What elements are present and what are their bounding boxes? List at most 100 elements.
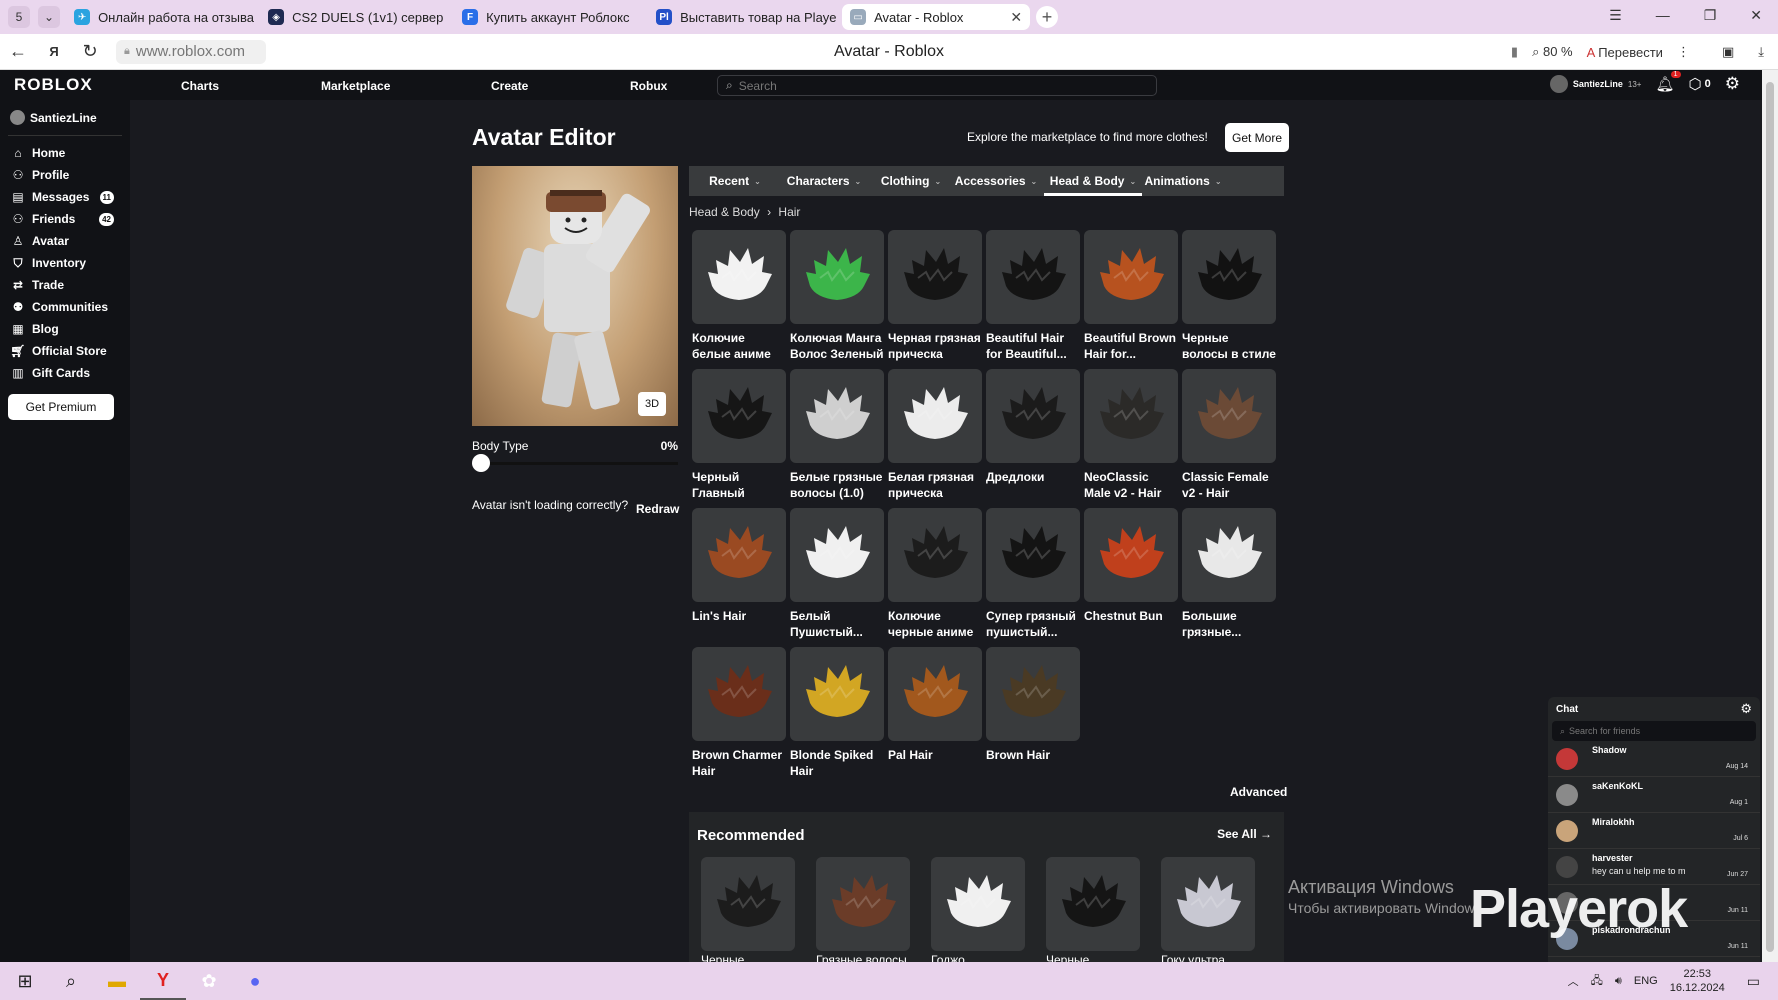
item-thumbnail[interactable] <box>692 230 786 324</box>
item-name[interactable]: Brown Charmer Hair <box>692 747 786 779</box>
close-window-icon[interactable]: ✕ <box>1750 7 1762 24</box>
item-thumbnail[interactable] <box>1084 230 1178 324</box>
downloads-icon[interactable]: ⤓ <box>1758 44 1764 60</box>
tab-animations[interactable]: Animations ⌄ <box>1142 166 1224 196</box>
bookmark-icon[interactable]: ▮ <box>1511 44 1518 60</box>
chat-conversation[interactable]: Shadow Aug 14 <box>1548 741 1760 777</box>
hair-item[interactable]: Белый Пушистый... <box>790 508 884 640</box>
item-thumbnail[interactable] <box>888 647 982 741</box>
app-grid-icon[interactable]: ✿ <box>186 962 232 1000</box>
browser-tab-2[interactable]: ◈ CS2 DUELS (1v1) сервер <box>260 4 448 30</box>
back-icon[interactable]: ← <box>0 41 36 62</box>
hair-item[interactable]: Черный Главный Персонаж... <box>692 369 786 501</box>
sidebar-item-profile[interactable]: ⚇ Profile <box>0 164 130 186</box>
hair-item[interactable]: Колючая Манга Волос Зеленый <box>790 230 884 362</box>
notifications-button[interactable]: 🔔︎ 1 <box>1655 71 1681 93</box>
restore-icon[interactable]: ❐ <box>1704 7 1717 24</box>
item-thumbnail[interactable] <box>692 369 786 463</box>
yandex-browser-icon[interactable]: Y <box>140 962 186 1000</box>
item-thumbnail[interactable] <box>816 857 910 951</box>
tab-accessories[interactable]: Accessories ⌄ <box>948 166 1044 196</box>
item-name[interactable]: Classic Female v2 - Hair <box>1182 469 1276 501</box>
item-thumbnail[interactable] <box>888 508 982 602</box>
item-name[interactable]: Колючие белые аниме волосы <box>692 330 786 362</box>
item-name[interactable]: NeoClassic Male v2 - Hair <box>1084 469 1178 501</box>
body-type-slider[interactable] <box>472 454 678 472</box>
item-thumbnail[interactable] <box>1046 857 1140 951</box>
item-name[interactable]: Lin's Hair <box>692 608 786 640</box>
item-name[interactable]: Белый Пушистый... <box>790 608 884 640</box>
hair-item[interactable]: Pal Hair <box>888 647 982 779</box>
reload-icon[interactable]: ↻ <box>72 41 108 62</box>
sidebar-item-official-store[interactable]: 🛒︎ Official Store <box>0 340 130 362</box>
item-name[interactable]: Beautiful Hair for Beautiful... <box>986 330 1080 362</box>
hair-item[interactable]: Blonde Spiked Hair <box>790 647 884 779</box>
item-thumbnail[interactable] <box>1161 857 1255 951</box>
tab-characters[interactable]: Characters ⌄ <box>774 166 874 196</box>
hair-item[interactable]: Белая грязная прическа <box>888 369 982 501</box>
tab-list-chevron-icon[interactable]: ⌄ <box>38 6 61 28</box>
sidebar-item-blog[interactable]: ▦ Blog <box>0 318 130 340</box>
redraw-link[interactable]: Redraw <box>636 502 679 516</box>
item-name[interactable]: Beautiful Brown Hair for... <box>1084 330 1178 362</box>
sidebar-item-home[interactable]: ⌂ Home <box>0 142 130 164</box>
sidebar-item-messages[interactable]: ▤ Messages 11 <box>0 186 130 208</box>
slider-handle[interactable] <box>472 454 490 472</box>
sidebar-item-avatar[interactable]: ♙ Avatar <box>0 230 130 252</box>
recommended-item[interactable]: Черные <box>1046 857 1140 967</box>
item-name[interactable]: Белая грязная прическа <box>888 469 982 501</box>
hair-item[interactable]: Белые грязные волосы (1.0) <box>790 369 884 501</box>
breadcrumb-root[interactable]: Head & Body <box>689 205 760 219</box>
browser-tab-4[interactable]: Pl Выставить товар на Playe <box>648 4 836 30</box>
minimize-icon[interactable]: — <box>1656 7 1670 24</box>
settings-gear-icon[interactable]: ⚙︎ <box>1725 74 1740 94</box>
tab-clothing[interactable]: Clothing ⌄ <box>874 166 948 196</box>
notification-center-icon[interactable]: ▭ <box>1747 973 1760 990</box>
more-icon[interactable]: ⋮ <box>1677 44 1690 60</box>
item-thumbnail[interactable] <box>701 857 795 951</box>
yandex-icon[interactable]: Я <box>36 44 72 59</box>
windows-start-icon[interactable]: ⊞ <box>2 962 48 1000</box>
tab-head-body[interactable]: Head & Body ⌄ <box>1044 166 1142 196</box>
item-thumbnail[interactable] <box>692 508 786 602</box>
user-menu[interactable]: SantiezLine 13+ <box>1549 75 1641 93</box>
clock[interactable]: 22:53 16.12.2024 <box>1670 967 1725 995</box>
browser-tab-1[interactable]: ✈ Онлайн работа на отзыва <box>66 4 254 30</box>
recommended-item[interactable]: Гоку ультра <box>1161 857 1255 967</box>
item-name[interactable]: Черная грязная прическа <box>888 330 982 362</box>
avatar-preview[interactable]: 3D <box>472 166 678 426</box>
roblox-logo[interactable]: ROBLOX <box>14 75 184 95</box>
item-thumbnail[interactable] <box>986 369 1080 463</box>
scrollbar-thumb[interactable] <box>1766 82 1774 952</box>
network-icon[interactable]: 🖧︎ <box>1591 972 1603 991</box>
hair-item[interactable]: Большие грязные... <box>1182 508 1276 640</box>
item-thumbnail[interactable] <box>931 857 1025 951</box>
hair-item[interactable]: Classic Female v2 - Hair <box>1182 369 1276 501</box>
advanced-link[interactable]: Advanced <box>1230 785 1287 799</box>
sidebar-item-gift-cards[interactable]: ▥ Gift Cards <box>0 362 130 384</box>
hair-item[interactable]: Дредлоки <box>986 369 1080 501</box>
chat-search-input[interactable]: ⌕ Search for friends <box>1552 721 1756 741</box>
item-name[interactable]: Черные волосы в стиле аниме <box>1182 330 1276 362</box>
tab-recent[interactable]: Recent ⌄ <box>696 166 774 196</box>
item-name[interactable]: Супер грязный пушистый... <box>986 608 1080 640</box>
nav-robux[interactable]: Robux <box>630 79 667 93</box>
new-tab-button[interactable]: + <box>1036 6 1059 28</box>
zoom-indicator[interactable]: ⌕ 80 % <box>1532 44 1573 60</box>
menu-icon[interactable]: ☰ <box>1609 7 1622 24</box>
hair-item[interactable]: Brown Charmer Hair <box>692 647 786 779</box>
item-name[interactable]: Белые грязные волосы (1.0) <box>790 469 884 501</box>
hair-item[interactable]: Brown Hair <box>986 647 1080 779</box>
hair-item[interactable]: Колючие белые аниме волосы <box>692 230 786 362</box>
item-thumbnail[interactable] <box>888 369 982 463</box>
item-thumbnail[interactable] <box>1182 230 1276 324</box>
chat-header[interactable]: Chat ⚙︎ <box>1548 697 1760 721</box>
item-thumbnail[interactable] <box>790 369 884 463</box>
recommended-item[interactable]: Черные <box>701 857 795 967</box>
item-name[interactable]: Дредлоки <box>986 469 1080 501</box>
item-thumbnail[interactable] <box>986 230 1080 324</box>
item-thumbnail[interactable] <box>1182 369 1276 463</box>
hair-item[interactable]: Chestnut Bun <box>1084 508 1178 640</box>
nav-marketplace[interactable]: Marketplace <box>321 79 390 93</box>
hair-item[interactable]: Lin's Hair <box>692 508 786 640</box>
